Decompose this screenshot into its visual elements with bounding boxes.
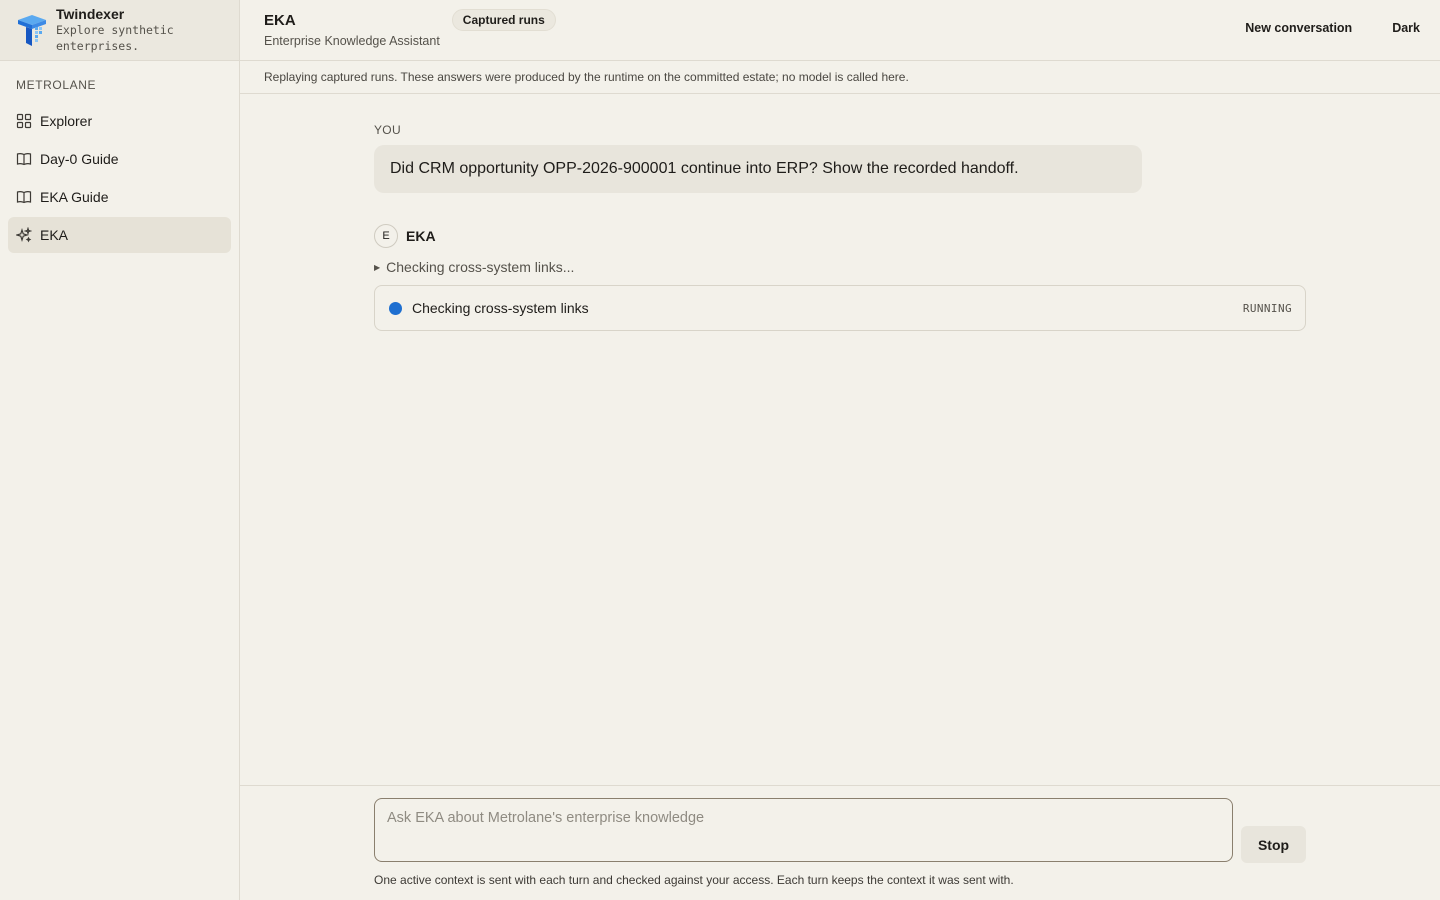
sparkle-icon xyxy=(16,227,32,243)
sidebar: Twindexer Explore synthetic enterprises.… xyxy=(0,0,240,900)
sidebar-item-eka[interactable]: EKA xyxy=(8,217,231,253)
tool-status-card: Checking cross-system links RUNNING xyxy=(374,285,1306,331)
trace-toggle[interactable]: ▶ Checking cross-system links... xyxy=(374,259,1306,275)
sidebar-nav: Explorer Day-0 Guide EKA Guide EKA xyxy=(0,103,239,253)
grid-icon xyxy=(16,113,32,129)
sidebar-item-label: EKA xyxy=(40,227,69,243)
trace-label: Checking cross-system links... xyxy=(386,259,575,275)
sidebar-item-label: Day-0 Guide xyxy=(40,151,119,167)
dark-mode-toggle[interactable]: Dark xyxy=(1392,21,1420,35)
conversation: YOU Did CRM opportunity OPP-2026-900001 … xyxy=(374,94,1306,331)
user-label: YOU xyxy=(374,123,401,137)
context-note: One active context is sent with each tur… xyxy=(374,873,1014,887)
status-text: Checking cross-system links xyxy=(412,300,589,316)
sidebar-item-eka-guide[interactable]: EKA Guide xyxy=(8,179,231,215)
message-input[interactable] xyxy=(374,798,1233,862)
sidebar-item-label: Explorer xyxy=(40,113,93,129)
brand-name: Twindexer xyxy=(56,6,125,22)
workspace-label: METROLANE xyxy=(16,78,97,92)
page-header: EKA Enterprise Knowledge Assistant Captu… xyxy=(240,0,1440,61)
page-subtitle: Enterprise Knowledge Assistant xyxy=(264,34,440,48)
new-conversation-button[interactable]: New conversation xyxy=(1245,21,1352,35)
main-panel: EKA Enterprise Knowledge Assistant Captu… xyxy=(240,0,1440,900)
captured-runs-badge: Captured runs xyxy=(451,9,556,31)
sidebar-item-explorer[interactable]: Explorer xyxy=(8,103,231,139)
brand-tagline: Explore synthetic enterprises. xyxy=(56,23,174,53)
caret-right-icon: ▶ xyxy=(374,262,381,272)
stop-button[interactable]: Stop xyxy=(1241,826,1306,863)
sidebar-item-label: EKA Guide xyxy=(40,189,109,205)
replay-banner: Replaying captured runs. These answers w… xyxy=(240,61,1440,94)
avatar: E xyxy=(374,224,398,248)
book-icon xyxy=(16,189,32,205)
page-title: EKA xyxy=(264,12,296,29)
twindexer-logo-icon xyxy=(18,15,46,46)
brand-header: Twindexer Explore synthetic enterprises. xyxy=(0,0,239,61)
composer: Stop One active context is sent with eac… xyxy=(240,785,1440,900)
status-dot-icon xyxy=(389,301,402,315)
sidebar-item-day-0-guide[interactable]: Day-0 Guide xyxy=(8,141,231,177)
status-badge: RUNNING xyxy=(1242,301,1292,315)
user-message: Did CRM opportunity OPP-2026-900001 cont… xyxy=(374,145,1142,193)
book-icon xyxy=(16,151,32,167)
assistant-header: E EKA xyxy=(374,224,1306,248)
assistant-name: EKA xyxy=(406,228,436,244)
